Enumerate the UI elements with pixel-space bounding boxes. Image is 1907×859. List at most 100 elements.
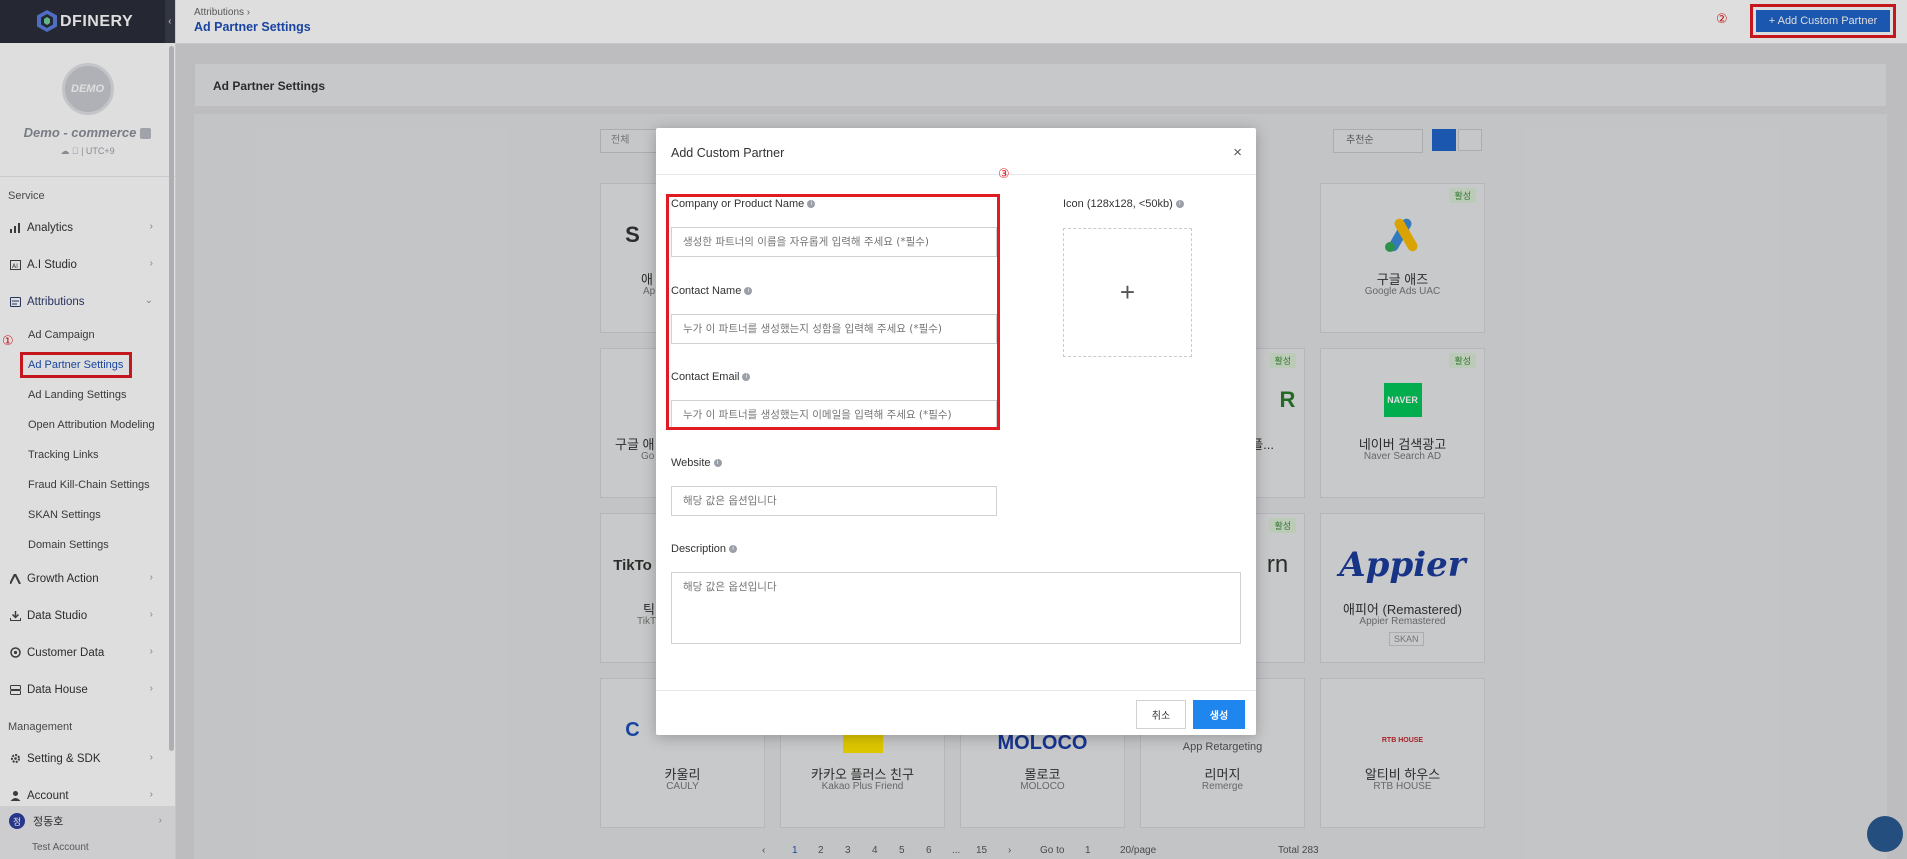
sidebar-sub-domain-settings[interactable]: Domain Settings [0, 530, 175, 560]
collapse-sidebar-button[interactable]: ‹ [165, 0, 175, 43]
user-name: 정동호 [33, 816, 64, 828]
sidebar-item-data-studio[interactable]: Data Studio › [0, 597, 175, 634]
skan-tag: SKAN [1389, 632, 1424, 646]
sidebar-item-growth-action[interactable]: Growth Action › [0, 560, 175, 597]
contact-email-input[interactable] [671, 400, 997, 430]
info-icon[interactable]: i [742, 373, 751, 382]
info-icon[interactable]: i [729, 545, 738, 554]
info-icon[interactable]: i [713, 459, 722, 468]
page-link[interactable]: 5 [899, 845, 905, 856]
panel-header[interactable]: Ad Partner Settings [194, 63, 1887, 107]
page-ellipsis[interactable]: ... [952, 845, 960, 856]
page-link[interactable]: 1 [792, 845, 798, 856]
svg-text:AI: AI [12, 263, 18, 270]
sidebar-item-label: Growth Action [27, 572, 99, 585]
partner-card[interactable]: 활성 NAVER 네이버 검색광고 Naver Search AD [1320, 348, 1485, 498]
naver-logo-icon: NAVER [1321, 379, 1484, 421]
company-name-input[interactable] [671, 227, 997, 257]
sidebar-sub-open-attribution-modeling[interactable]: Open Attribution Modeling [0, 410, 175, 440]
create-button[interactable]: 생성 [1193, 700, 1245, 729]
partner-card[interactable]: 활성 구글 애즈 Google Ads UAC [1320, 183, 1485, 333]
partner-sub: Naver Search AD [1363, 451, 1442, 462]
partner-sub: RTB HOUSE [1373, 781, 1432, 792]
list-view-icon[interactable] [1458, 129, 1482, 151]
chevron-right-icon: › [149, 646, 153, 657]
attribution-icon [9, 296, 21, 308]
sidebar-sub-skan-settings[interactable]: SKAN Settings [0, 500, 175, 530]
sidebar-item-setting-sdk[interactable]: Setting & SDK › [0, 740, 175, 777]
sidebar-item-label: Customer Data [27, 646, 105, 659]
nav-section-management: Management [8, 721, 73, 733]
description-label: Description i [671, 543, 738, 555]
sidebar-item-ai-studio[interactable]: AI A.I Studio › [0, 246, 175, 283]
breadcrumb[interactable]: Attributions › [194, 7, 250, 18]
logo-bar: DFINERY ‹ [0, 0, 175, 43]
description-textarea[interactable] [671, 572, 1241, 644]
icon-upload[interactable]: + [1063, 228, 1192, 357]
chevron-right-icon: › [149, 789, 153, 800]
top-header: Attributions › Ad Partner Settings + Add… [176, 0, 1907, 44]
contact-name-input[interactable] [671, 314, 997, 344]
sidebar-item-label: Analytics [27, 221, 74, 234]
partner-card[interactable]: RTB HOUSE 알티비 하우스 RTB HOUSE [1320, 678, 1485, 828]
sidebar-item-customer-data[interactable]: Customer Data › [0, 634, 175, 671]
partner-sub: Google Ads UAC [1364, 286, 1441, 297]
category-filter[interactable]: 전체 [600, 129, 660, 153]
rtb-house-logo-icon: RTB HOUSE [1381, 736, 1424, 744]
avatar[interactable]: DEMO [61, 63, 114, 115]
profile: DEMO Demo - commerce ☁  | UTC+9 [0, 43, 175, 177]
sidebar-item-attributions[interactable]: Attributions ⌄ [0, 283, 175, 320]
contact-email-label: Contact Email i [671, 371, 751, 383]
icon-label: Icon (128x128, <50kb) i [1063, 198, 1184, 210]
sidebar-scrollbar[interactable] [169, 46, 174, 751]
page-link[interactable]: 2 [818, 845, 824, 856]
sidebar-item-data-house[interactable]: Data House › [0, 671, 175, 708]
google-ads-logo-icon [1321, 214, 1484, 256]
sidebar: DFINERY ‹ DEMO Demo - commerce ☁  | UTC… [0, 0, 176, 859]
ai-icon: AI [9, 259, 21, 271]
goto-label: Go to [1040, 845, 1065, 856]
sidebar-sub-ad-partner-settings[interactable]: Ad Partner Settings [0, 350, 175, 380]
current-user[interactable]: 정 정동호 › [0, 806, 175, 836]
modal-title: Add Custom Partner [671, 146, 785, 160]
profile-name[interactable]: Demo - commerce [0, 125, 175, 140]
page-link[interactable]: 6 [926, 845, 932, 856]
modal-footer: 취소 생성 [656, 690, 1256, 735]
status-badge: 활성 [1449, 188, 1476, 203]
company-label: Company or Product Name i [671, 198, 816, 210]
label-text: Contact Name [671, 285, 742, 297]
partner-card[interactable]: Appier 애피어 (Remastered) Appier Remastere… [1320, 513, 1485, 663]
page-size-select[interactable]: 20/page [1120, 845, 1156, 856]
sidebar-sub-ad-campaign[interactable]: Ad Campaign [0, 320, 175, 350]
next-page-icon[interactable]: › [1008, 845, 1011, 856]
sidebar-item-label: A.I Studio [27, 258, 77, 271]
sidebar-item-label: Attributions [27, 295, 85, 308]
sidebar-sub-fraud-kill-chain[interactable]: Fraud Kill-Chain Settings [0, 470, 175, 500]
info-icon[interactable]: i [1175, 200, 1184, 209]
status-badge: 활성 [1449, 353, 1476, 368]
info-icon[interactable]: i [744, 287, 753, 296]
sidebar-sub-tracking-links[interactable]: Tracking Links [0, 440, 175, 470]
partner-sub: CAULY [666, 781, 699, 792]
page-link[interactable]: 15 [976, 845, 987, 856]
panel-title: Ad Partner Settings [213, 79, 326, 93]
sidebar-item-label: Setting & SDK [27, 752, 101, 765]
add-custom-partner-button[interactable]: + Add Custom Partner [1756, 10, 1890, 32]
goto-input[interactable]: 1 [1085, 845, 1091, 856]
step-marker-3: ③ [998, 166, 1010, 181]
sort-select[interactable]: 추천순 [1333, 129, 1423, 153]
help-chat-button[interactable] [1867, 816, 1903, 852]
modal-header: Add Custom Partner × [656, 128, 1256, 175]
grid-view-icon[interactable] [1432, 129, 1456, 151]
sidebar-item-analytics[interactable]: Analytics › [0, 209, 175, 246]
sidebar-sub-ad-landing-settings[interactable]: Ad Landing Settings [0, 380, 175, 410]
website-input[interactable] [671, 486, 997, 516]
page-link[interactable]: 3 [845, 845, 851, 856]
chevron-right-icon: › [158, 815, 162, 826]
prev-page-icon[interactable]: ‹ [762, 845, 765, 856]
close-icon[interactable]: × [1233, 144, 1242, 161]
website-label: Website i [671, 457, 722, 469]
info-icon[interactable]: i [807, 200, 816, 209]
cancel-button[interactable]: 취소 [1136, 700, 1186, 729]
page-link[interactable]: 4 [872, 845, 878, 856]
